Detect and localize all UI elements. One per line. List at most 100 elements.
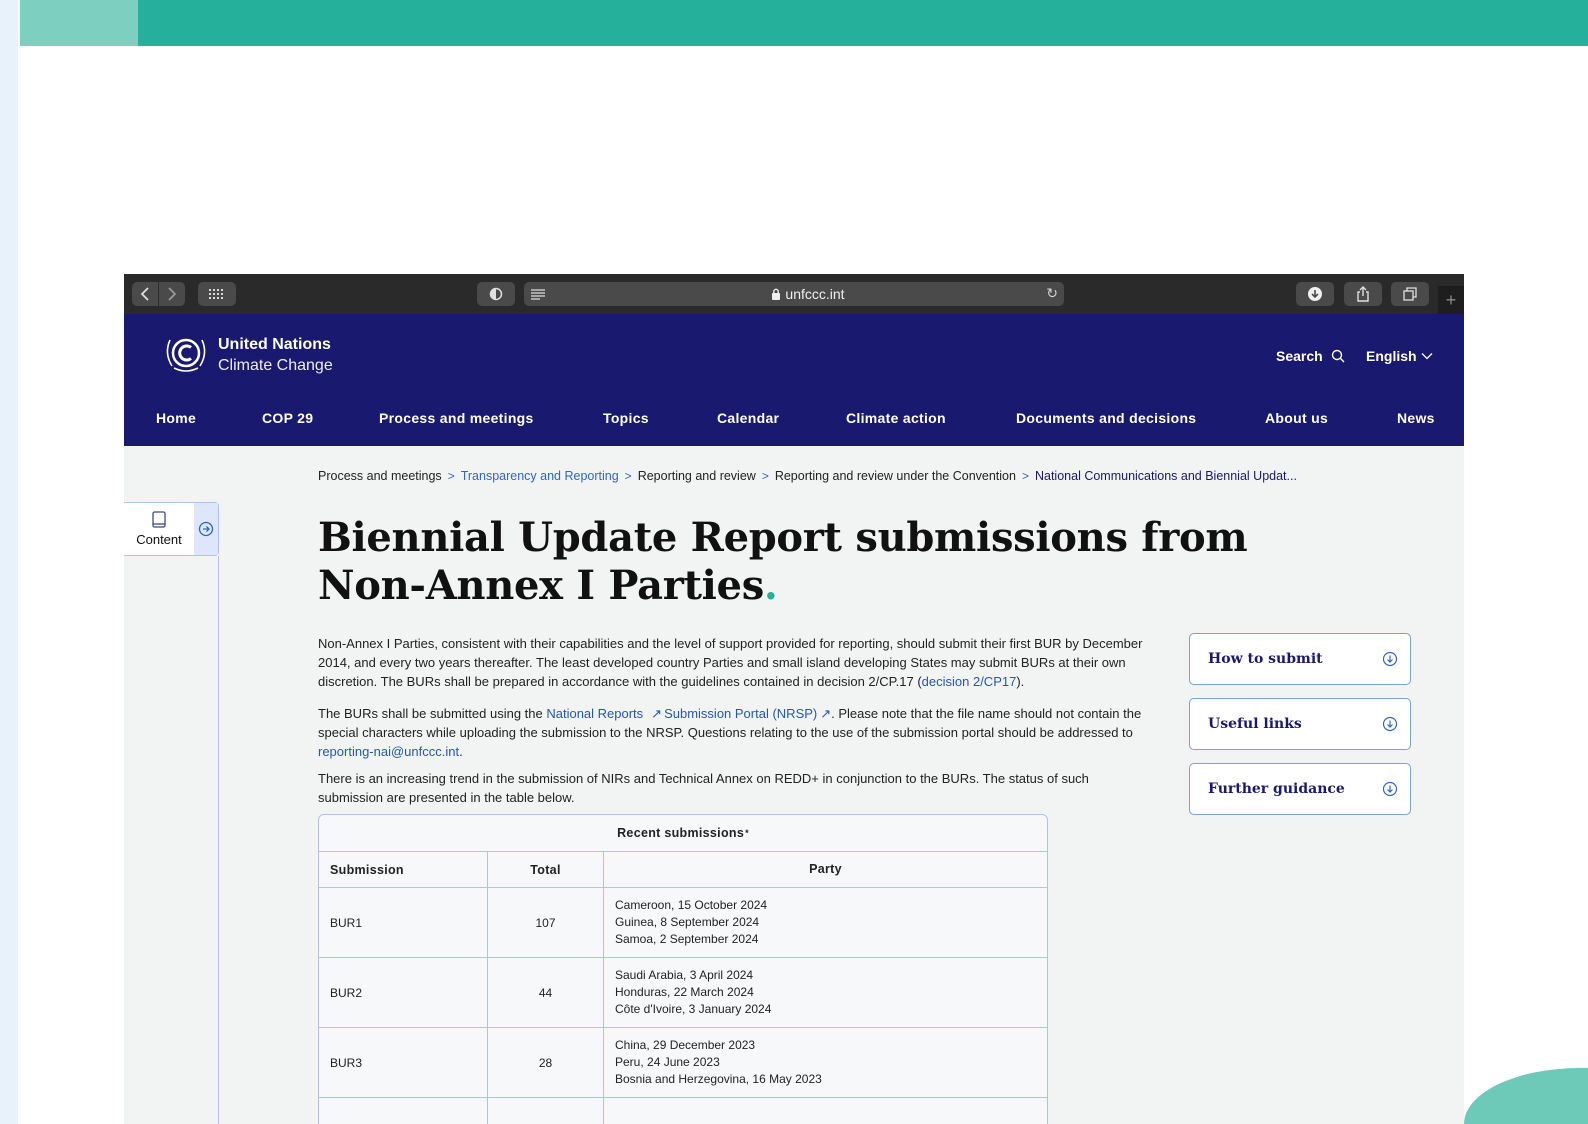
arrow-down-circle-icon	[1382, 781, 1398, 797]
breadcrumb-item-reporting-and-review[interactable]: Reporting and review	[638, 469, 756, 483]
tabs-icon	[1403, 287, 1417, 301]
top-banner-accent	[20, 0, 138, 46]
arrow-down-circle-icon	[1382, 651, 1398, 667]
national-reports-link[interactable]: National Reports	[546, 706, 643, 721]
title-accent-dot: .	[763, 562, 778, 609]
nav-home[interactable]: Home	[156, 410, 196, 426]
url-text: unfccc.int	[785, 286, 845, 302]
table-caption-mark: *	[745, 828, 749, 838]
table-header-row: Submission Total Party	[319, 852, 1047, 888]
how-to-submit-button[interactable]: How to submit	[1189, 633, 1411, 685]
table-row: BUR2 44 Saudi Arabia, 3 April 2024 Hondu…	[319, 958, 1047, 1028]
breadcrumb-item-transparency-and-reporting[interactable]: Transparency and Reporting	[461, 469, 619, 483]
breadcrumb-item-reporting-under-convention[interactable]: Reporting and review under the Conventio…	[775, 469, 1016, 483]
expand-content-button[interactable]	[194, 503, 218, 555]
how-to-submit-label: How to submit	[1208, 651, 1323, 667]
new-tab-button[interactable]: +	[1438, 286, 1464, 314]
cell-total: 28	[488, 1028, 604, 1097]
search-button[interactable]: Search	[1276, 348, 1345, 364]
arrow-right-circle-icon	[198, 521, 214, 537]
tab-overview-button[interactable]	[198, 282, 236, 306]
email-link[interactable]: reporting-nai@unfccc.int	[318, 744, 459, 759]
nav-process-and-meetings[interactable]: Process and meetings	[379, 410, 534, 426]
table-caption-text: Recent submissions	[617, 826, 745, 840]
search-label: Search	[1276, 348, 1323, 364]
party-entry: Samoa, 2 September 2024	[615, 932, 759, 946]
cell-parties: Saudi Arabia, 3 April 2024 Honduras, 22 …	[604, 958, 1047, 1027]
back-button[interactable]	[132, 282, 158, 306]
submission-portal-link[interactable]: Submission Portal (NRSP)	[664, 706, 817, 721]
intro-end: ).	[1016, 674, 1025, 689]
chevron-right-icon: >	[624, 469, 632, 483]
reader-mode-button[interactable]	[524, 282, 552, 306]
recent-submissions-table: Recent submissions * Submission Total Par…	[318, 814, 1048, 1124]
nav-topics[interactable]: Topics	[603, 410, 649, 426]
cell-submission: BUR3	[319, 1028, 488, 1097]
unfccc-logo[interactable]: United Nations Climate Change	[160, 334, 333, 376]
chevron-right-icon	[168, 287, 177, 301]
tabs-button[interactable]	[1391, 282, 1429, 306]
left-frame-strip	[0, 0, 18, 1124]
breadcrumb-item-process-and-meetings[interactable]: Process and meetings	[318, 469, 442, 483]
nav-calendar[interactable]: Calendar	[717, 410, 779, 426]
useful-links-button[interactable]: Useful links	[1189, 698, 1411, 750]
party-entry: Honduras, 22 March 2024	[615, 985, 754, 999]
nav-documents-and-decisions[interactable]: Documents and decisions	[1016, 410, 1196, 426]
privacy-shield-button[interactable]	[477, 282, 515, 306]
further-guidance-label: Further guidance	[1208, 781, 1345, 797]
breadcrumb-item-current[interactable]: National Communications and Biennial Upd…	[1035, 469, 1297, 483]
content-side-tab[interactable]: Content	[124, 502, 219, 556]
nav-news[interactable]: News	[1397, 410, 1435, 426]
content-toggle[interactable]: Content	[124, 503, 194, 555]
nav-climate-action[interactable]: Climate action	[846, 410, 946, 426]
browser-window: unfccc.int ↻ + United Nations Climate Ch…	[124, 274, 1464, 1124]
submission-text-start: The BURs shall be submitted using the	[318, 706, 547, 721]
reload-icon[interactable]: ↻	[1046, 285, 1058, 302]
logo-title: United Nations	[218, 336, 331, 353]
share-icon	[1357, 286, 1369, 302]
forward-button[interactable]	[159, 282, 185, 306]
party-entry: Cameroon, 15 October 2024	[615, 898, 768, 912]
table-row-partial	[319, 1098, 1047, 1124]
table-row: BUR3 28 China, 29 December 2023 Peru, 24…	[319, 1028, 1047, 1098]
useful-links-label: Useful links	[1208, 716, 1302, 732]
intro-paragraph: Non-Annex I Parties, consistent with the…	[318, 634, 1148, 691]
side-tab-rule	[218, 556, 219, 1124]
decision-link[interactable]: decision 2/CP17	[922, 674, 1017, 689]
party-entry: Guinea, 8 September 2024	[615, 915, 760, 929]
cell-parties	[604, 1098, 1047, 1124]
external-link-icon: ↗	[651, 706, 663, 721]
corner-decoration	[1464, 1068, 1588, 1124]
download-icon	[1308, 287, 1322, 301]
cell-submission: BUR1	[319, 888, 488, 957]
party-entry: Bosnia and Herzegovina, 16 May 2023	[615, 1072, 822, 1086]
cell-total: 44	[488, 958, 604, 1027]
arrow-down-circle-icon	[1382, 716, 1398, 732]
cell-submission: BUR2	[319, 958, 488, 1027]
browser-toolbar: unfccc.int ↻ +	[124, 274, 1464, 314]
cell-parties: Cameroon, 15 October 2024 Guinea, 8 Sept…	[604, 888, 1047, 957]
trend-paragraph: There is an increasing trend in the subm…	[318, 771, 1089, 805]
site-header: United Nations Climate Change Search Eng…	[124, 314, 1464, 446]
book-icon	[152, 511, 166, 528]
search-icon	[1331, 349, 1345, 363]
shield-icon	[489, 287, 503, 301]
cell-submission	[319, 1098, 488, 1124]
chevron-right-icon: >	[761, 469, 769, 483]
content-label: Content	[136, 532, 182, 547]
share-button[interactable]	[1344, 282, 1382, 306]
further-guidance-button[interactable]: Further guidance	[1189, 763, 1411, 815]
address-bar[interactable]: unfccc.int ↻	[552, 282, 1064, 306]
nav-cop29[interactable]: COP 29	[262, 410, 313, 426]
page-title-text: Biennial Update Report submissions from …	[318, 514, 1248, 609]
nav-about-us[interactable]: About us	[1265, 410, 1328, 426]
downloads-button[interactable]	[1296, 282, 1334, 306]
header-submission: Submission	[319, 852, 488, 887]
top-banner-bar	[20, 0, 1588, 46]
language-selector[interactable]: English	[1366, 348, 1433, 364]
page-title: Biennial Update Report submissions from …	[318, 514, 1328, 610]
party-entry: Saudi Arabia, 3 April 2024	[615, 968, 754, 982]
chevron-right-icon: >	[447, 469, 455, 483]
breadcrumb: Process and meetings > Transparency and …	[318, 469, 1297, 483]
submission-paragraph: The BURs shall be submitted using the Na…	[318, 704, 1148, 761]
